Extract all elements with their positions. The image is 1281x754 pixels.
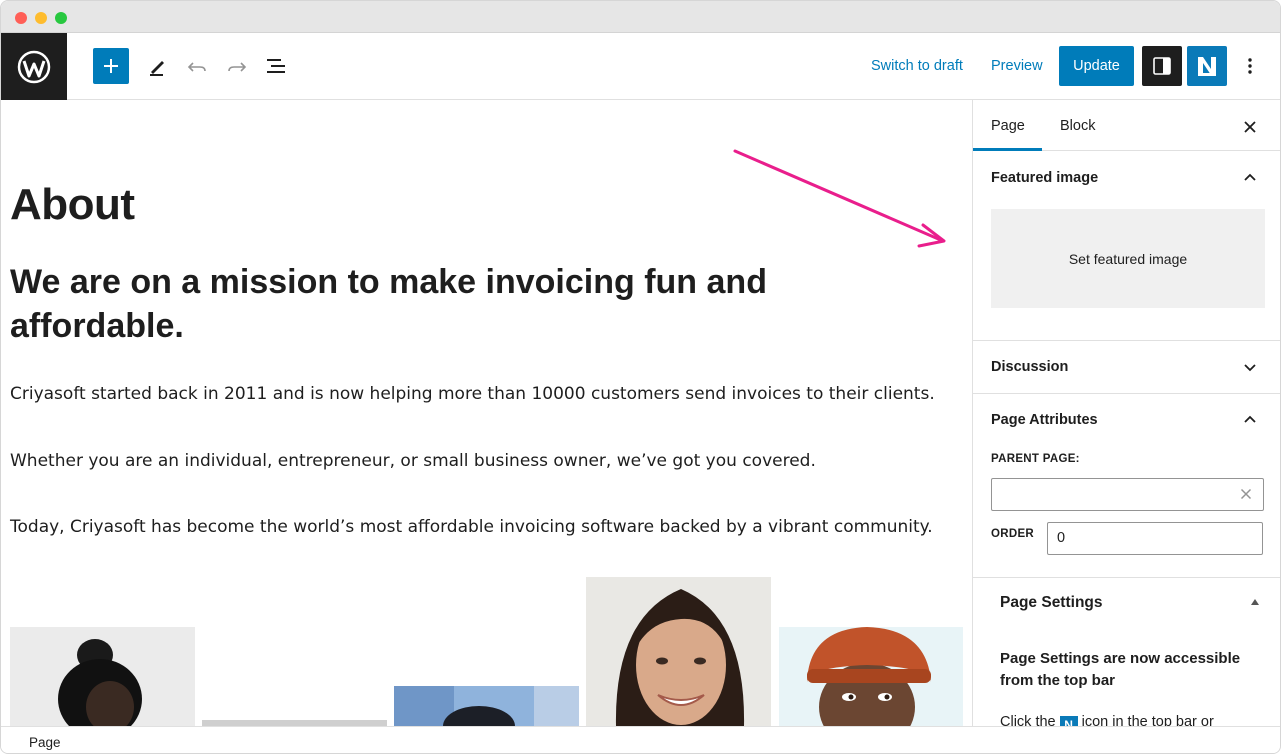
- sidebar-tabs: Page Block: [973, 100, 1280, 151]
- close-icon: [1240, 488, 1252, 500]
- app-window: Switch to draft Preview Update About We …: [0, 0, 1281, 754]
- page-settings-notice-text: Click the Nicon in the top bar or: [1000, 714, 1214, 726]
- featured-image-chevron[interactable]: [1241, 168, 1259, 186]
- chevron-up-icon: [1244, 173, 1256, 181]
- panel-divider: [973, 393, 1280, 394]
- redo-icon: [228, 62, 247, 72]
- panel-divider: [973, 340, 1280, 341]
- order-input[interactable]: 0: [1047, 522, 1263, 555]
- page-attributes-chevron[interactable]: [1241, 410, 1259, 428]
- paragraph-block-1[interactable]: Criyasoft started back in 2011 and is no…: [10, 384, 935, 404]
- page-attributes-panel-toggle[interactable]: Page Attributes: [991, 412, 1098, 428]
- window-titlebar: [1, 1, 1280, 33]
- paragraph-block-2[interactable]: Whether you are an individual, entrepren…: [10, 451, 816, 471]
- edit-tool-button[interactable]: [143, 52, 171, 80]
- team-photo-5[interactable]: [779, 627, 963, 726]
- person-photo-icon: [586, 577, 771, 726]
- page-settings-notice-title: Page Settings are now accessible from th…: [1000, 650, 1241, 689]
- editor-toolbar: Switch to draft Preview Update: [1, 33, 1280, 100]
- notice-text-start: Click the: [1000, 714, 1056, 726]
- tab-block[interactable]: Block: [1060, 118, 1095, 134]
- add-block-button[interactable]: [93, 48, 129, 84]
- vertical-ellipsis-icon: [1248, 58, 1252, 74]
- caret-up-icon[interactable]: [1251, 599, 1259, 605]
- wordpress-icon: [17, 50, 51, 83]
- order-label: ORDER: [991, 528, 1035, 540]
- close-sidebar-button[interactable]: [1239, 116, 1261, 138]
- wordpress-logo-button[interactable]: [1, 33, 67, 100]
- person-photo-icon: [10, 627, 195, 726]
- settings-toggle-button[interactable]: [1142, 46, 1182, 86]
- chevron-down-icon: [1244, 364, 1256, 372]
- active-tab-indicator: [973, 148, 1042, 151]
- annotation-arrow-icon: [733, 149, 946, 248]
- pencil-icon: [150, 61, 164, 76]
- team-photo-4[interactable]: [586, 577, 771, 726]
- parent-page-select[interactable]: [991, 478, 1264, 511]
- person-photo-icon: [394, 686, 579, 726]
- n-logo-icon: [1198, 57, 1216, 76]
- discussion-panel-toggle[interactable]: Discussion: [991, 359, 1068, 375]
- panel-divider: [973, 577, 1280, 578]
- breadcrumb-page[interactable]: Page: [29, 735, 61, 750]
- person-photo-icon: [779, 627, 963, 726]
- chevron-up-icon: [1244, 415, 1256, 423]
- switch-to-draft-button[interactable]: Switch to draft: [871, 58, 963, 74]
- set-featured-image-button[interactable]: Set featured image: [991, 209, 1265, 308]
- more-options-button[interactable]: [1239, 52, 1261, 80]
- tab-page[interactable]: Page: [991, 118, 1025, 134]
- n-logo-icon: N: [1059, 716, 1078, 726]
- headline-block[interactable]: We are on a mission to make invoicing fu…: [10, 260, 870, 348]
- close-window-button[interactable]: [15, 12, 27, 24]
- notice-text-end: icon in the top bar or: [1081, 714, 1214, 726]
- update-button[interactable]: Update: [1059, 46, 1134, 86]
- undo-button[interactable]: [183, 52, 211, 80]
- plus-icon: [104, 59, 118, 73]
- clear-parent-button[interactable]: [1238, 486, 1254, 502]
- redo-button[interactable]: [223, 52, 251, 80]
- minimize-window-button[interactable]: [35, 12, 47, 24]
- featured-image-panel-toggle[interactable]: Featured image: [991, 170, 1098, 186]
- page-settings-panel-toggle[interactable]: Page Settings: [1000, 594, 1103, 612]
- undo-icon: [187, 62, 206, 72]
- settings-sidebar: Page Block Featured image Set featured i…: [972, 100, 1280, 726]
- list-view-icon: [267, 59, 285, 73]
- page-title[interactable]: About: [10, 180, 135, 230]
- document-overview-button[interactable]: [262, 52, 290, 80]
- close-icon: [1244, 121, 1256, 133]
- preview-button[interactable]: Preview: [991, 58, 1043, 74]
- paragraph-block-3[interactable]: Today, Criyasoft has become the world’s …: [10, 517, 933, 537]
- discussion-chevron[interactable]: [1241, 359, 1259, 377]
- block-breadcrumb-bar: Page: [1, 726, 1280, 753]
- plugin-n-button[interactable]: [1187, 46, 1227, 86]
- maximize-window-button[interactable]: [55, 12, 67, 24]
- team-photo-3[interactable]: [394, 686, 579, 726]
- sidebar-icon: [1153, 57, 1171, 75]
- editor-canvas[interactable]: About We are on a mission to make invoic…: [1, 100, 972, 726]
- team-photo-1[interactable]: [10, 627, 195, 726]
- parent-page-label: PARENT PAGE:: [991, 453, 1080, 465]
